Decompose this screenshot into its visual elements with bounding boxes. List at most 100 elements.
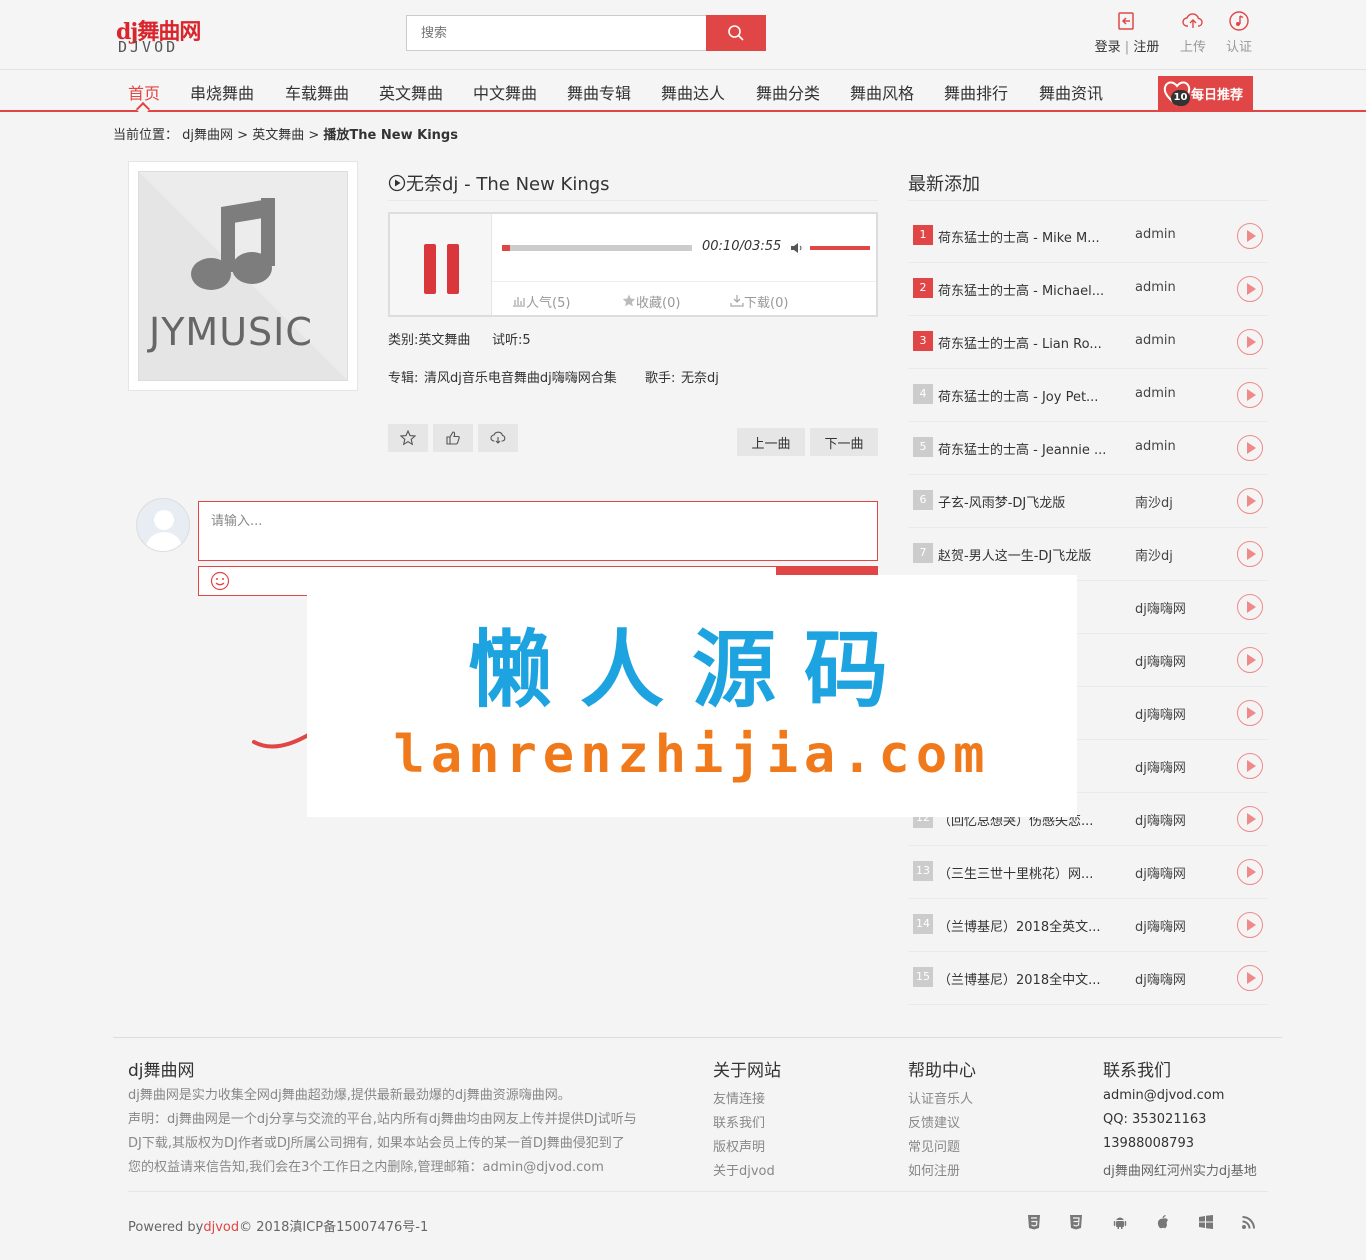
footer-link-feedback[interactable]: 反馈建议 (908, 1112, 960, 1131)
uploader-name: dj嗨嗨网 (1135, 920, 1186, 935)
play-icon[interactable] (1237, 647, 1263, 673)
footer-link-faq[interactable]: 常见问题 (908, 1136, 960, 1155)
list-item[interactable]: 13 （三生三世十里桃花）网... dj嗨嗨网 (908, 846, 1268, 899)
volume-icon[interactable] (790, 242, 804, 254)
breadcrumb-sep: > (237, 128, 249, 143)
play-icon[interactable] (1237, 435, 1263, 461)
song-link[interactable]: 荷东猛士的士高 - Jeannie ... (938, 439, 1108, 458)
uploader-name: admin (1135, 333, 1176, 348)
nav-item-medley[interactable]: 串烧舞曲 (190, 80, 254, 104)
nav-item-chinese[interactable]: 中文舞曲 (473, 80, 537, 104)
nav-item-news[interactable]: 舞曲资讯 (1039, 80, 1103, 104)
play-icon[interactable] (1237, 541, 1263, 567)
html5-icon[interactable] (1026, 1214, 1042, 1230)
footer-link-friends[interactable]: 友情连接 (713, 1088, 765, 1107)
play-icon[interactable] (1237, 753, 1263, 779)
previous-track-button[interactable]: 上一曲 (737, 428, 805, 456)
register-link[interactable]: 注册 (1133, 40, 1159, 55)
song-link[interactable]: 荷东猛士的士高 - Lian Ro... (938, 333, 1108, 352)
nav-item-artists[interactable]: 舞曲达人 (661, 80, 725, 104)
footer-link-contact[interactable]: 联系我们 (713, 1112, 765, 1131)
favorite-stat[interactable]: 收藏(0) (622, 292, 680, 311)
nav-item-albums[interactable]: 舞曲专辑 (567, 80, 631, 104)
nav-item-categories[interactable]: 舞曲分类 (756, 80, 820, 104)
footer-link-certify[interactable]: 认证音乐人 (908, 1088, 973, 1107)
like-button[interactable] (433, 424, 473, 452)
list-item[interactable]: 4 荷东猛士的士高 - Joy Pet... admin (908, 369, 1268, 422)
play-icon[interactable] (1237, 223, 1263, 249)
uploader-name: dj嗨嗨网 (1135, 708, 1186, 723)
nav-item-english[interactable]: 英文舞曲 (379, 80, 443, 104)
upload-link[interactable]: 上传 (1177, 10, 1209, 55)
play-icon[interactable] (1237, 594, 1263, 620)
play-icon[interactable] (1237, 276, 1263, 302)
list-item[interactable]: 6 子玄-风雨梦-DJ飞龙版 南沙dj (908, 475, 1268, 528)
play-icon[interactable] (1237, 488, 1263, 514)
song-link[interactable]: （三生三世十里桃花）网... (938, 863, 1108, 882)
android-icon[interactable] (1112, 1214, 1128, 1230)
footer-contact-email: admin@djvod.com (1103, 1088, 1225, 1103)
certify-link[interactable]: 认证 (1223, 10, 1255, 55)
footer-link-register[interactable]: 如何注册 (908, 1160, 960, 1179)
song-link[interactable]: 荷东猛士的士高 - Mike M... (938, 227, 1108, 246)
song-link[interactable]: 子玄-风雨梦-DJ飞龙版 (938, 492, 1108, 511)
login-link[interactable]: 登录 (1095, 40, 1121, 55)
list-item[interactable]: 14 （兰博基尼）2018全英文... dj嗨嗨网 (908, 899, 1268, 952)
list-item[interactable]: 7 赵贺-男人这一生-DJ飞龙版 南沙dj (908, 528, 1268, 581)
list-item[interactable]: 2 荷东猛士的士高 - Michael... admin (908, 263, 1268, 316)
progress-bar[interactable] (502, 245, 692, 251)
daily-recommend-button[interactable]: 10 每日推荐 (1158, 76, 1253, 110)
search-button[interactable] (706, 15, 766, 51)
comment-input[interactable]: 请输入... (198, 501, 878, 561)
play-icon[interactable] (1237, 329, 1263, 355)
rank-badge: 6 (913, 490, 933, 510)
song-category: 类别:英文舞曲 (388, 333, 471, 348)
watermark-overlay: 懒人源码 lanrenzhijia.com (307, 575, 1077, 817)
nav-item-home[interactable]: 首页 (128, 80, 160, 104)
play-icon[interactable] (1237, 965, 1263, 991)
footer-link-about[interactable]: 关于djvod (713, 1160, 775, 1179)
pause-button[interactable] (390, 214, 492, 315)
nav-item-styles[interactable]: 舞曲风格 (850, 80, 914, 104)
play-icon[interactable] (1237, 859, 1263, 885)
list-item[interactable]: 5 荷东猛士的士高 - Jeannie ... admin (908, 422, 1268, 475)
play-icon[interactable] (1237, 806, 1263, 832)
site-logo[interactable]: dj舞曲网 DJVOD (116, 14, 216, 56)
list-item[interactable]: 15 （兰博基尼）2018全中文... dj嗨嗨网 (908, 952, 1268, 1005)
footer-link-copyright[interactable]: 版权声明 (713, 1136, 765, 1155)
footer-desc-line: dj舞曲网是实力收集全网dj舞曲超劲爆,提供最新最劲爆的dj舞曲资源嗨曲网。 (128, 1088, 571, 1103)
album-link[interactable]: 清风dj音乐电音舞曲dj嗨嗨网合集 (424, 367, 617, 386)
song-link[interactable]: （兰博基尼）2018全中文... (938, 969, 1108, 988)
play-icon[interactable] (1237, 912, 1263, 938)
favorite-button[interactable] (388, 424, 428, 452)
emoji-icon[interactable] (210, 571, 230, 591)
rss-icon[interactable] (1241, 1214, 1257, 1230)
windows-icon[interactable] (1198, 1214, 1214, 1230)
volume-slider[interactable] (810, 246, 870, 250)
download-stat[interactable]: 下载(0) (730, 292, 788, 311)
song-link[interactable]: 赵贺-男人这一生-DJ飞龙版 (938, 545, 1108, 564)
list-item[interactable]: 3 荷东猛士的士高 - Lian Ro... admin (908, 316, 1268, 369)
nav-item-rankings[interactable]: 舞曲排行 (944, 80, 1008, 104)
song-link[interactable]: 荷东猛士的士高 - Joy Pet... (938, 386, 1108, 405)
search-input[interactable] (406, 15, 707, 51)
breadcrumb-category[interactable]: 英文舞曲 (252, 128, 304, 143)
apple-icon[interactable] (1155, 1214, 1171, 1230)
list-item[interactable]: 1 荷东猛士的士高 - Mike M... admin (908, 210, 1268, 263)
play-icon[interactable] (1237, 700, 1263, 726)
brand-link[interactable]: djvod (203, 1220, 239, 1235)
next-track-button[interactable]: 下一曲 (810, 428, 878, 456)
play-icon[interactable] (1237, 382, 1263, 408)
watermark-cn: 懒人源码 (467, 621, 916, 719)
nav-item-car[interactable]: 车载舞曲 (285, 80, 349, 104)
powered-by: Powered by (128, 1220, 204, 1235)
cloud-download-button[interactable] (478, 424, 518, 452)
rank-badge: 15 (913, 967, 933, 987)
rank-badge: 1 (913, 225, 933, 245)
artist-link[interactable]: 无奈dj (681, 367, 719, 386)
song-link[interactable]: 荷东猛士的士高 - Michael... (938, 280, 1108, 299)
popularity-stat: 人气(5) (512, 292, 570, 311)
css3-icon[interactable] (1068, 1214, 1084, 1230)
breadcrumb-home[interactable]: dj舞曲网 (182, 128, 233, 143)
song-link[interactable]: （兰博基尼）2018全英文... (938, 916, 1108, 935)
